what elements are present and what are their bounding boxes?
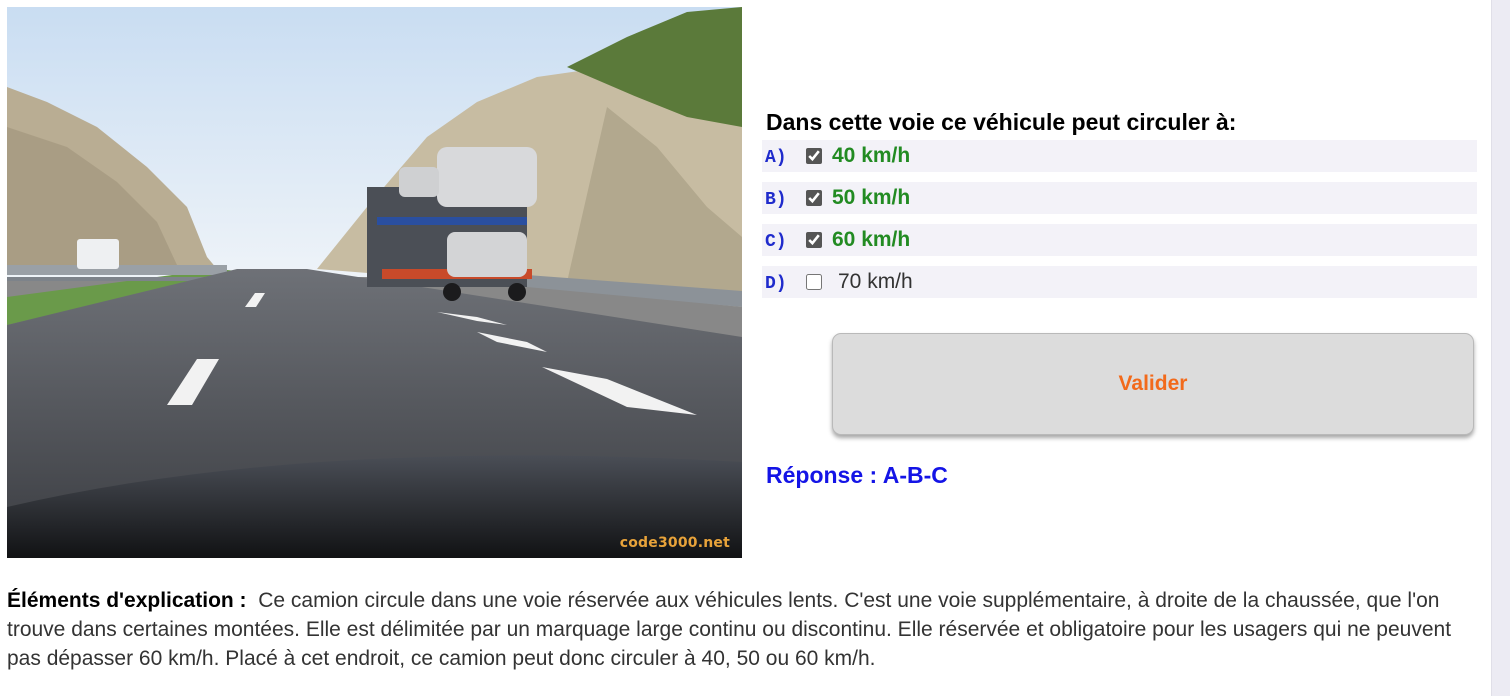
answer-a-text: 40 km/h (832, 144, 911, 167)
answer-b[interactable]: B) 50 km/h (762, 182, 1477, 214)
answer-b-checkbox[interactable] (806, 190, 822, 206)
answer-d-letter: D) (765, 274, 787, 294)
validate-button[interactable]: Valider (832, 333, 1474, 435)
explanation-label: Éléments d'explication : (7, 589, 247, 612)
response-text: Réponse : A-B-C (766, 462, 948, 488)
answer-a-checkbox[interactable] (806, 148, 822, 164)
question-title: Dans cette voie ce véhicule peut circule… (766, 109, 1237, 135)
answer-d-checkbox[interactable] (806, 274, 822, 290)
answer-c-letter: C) (765, 232, 787, 252)
answer-c-checkbox[interactable] (806, 232, 822, 248)
answer-b-letter: B) (765, 190, 787, 210)
answer-c[interactable]: C) 60 km/h (762, 224, 1477, 256)
answer-a-letter: A) (765, 148, 787, 168)
question-photo: code3000.net (7, 7, 742, 558)
answer-c-text: 60 km/h (832, 228, 911, 251)
answer-a[interactable]: A) 40 km/h (762, 140, 1477, 172)
quiz-page: code3000.net Dans cette voie ce véhicule… (0, 0, 1510, 696)
answer-d[interactable]: D) 70 km/h (762, 266, 1477, 298)
photo-watermark: code3000.net (619, 535, 730, 551)
explanation-block: Éléments d'explication : Ce camion circu… (7, 586, 1487, 673)
answer-b-text: 50 km/h (832, 186, 911, 209)
answers-list: A) 40 km/h B) 50 km/h C) 60 km/h D) 70 k… (762, 140, 1477, 308)
answer-d-text: 70 km/h (838, 270, 913, 293)
scrollbar[interactable] (1491, 0, 1510, 696)
